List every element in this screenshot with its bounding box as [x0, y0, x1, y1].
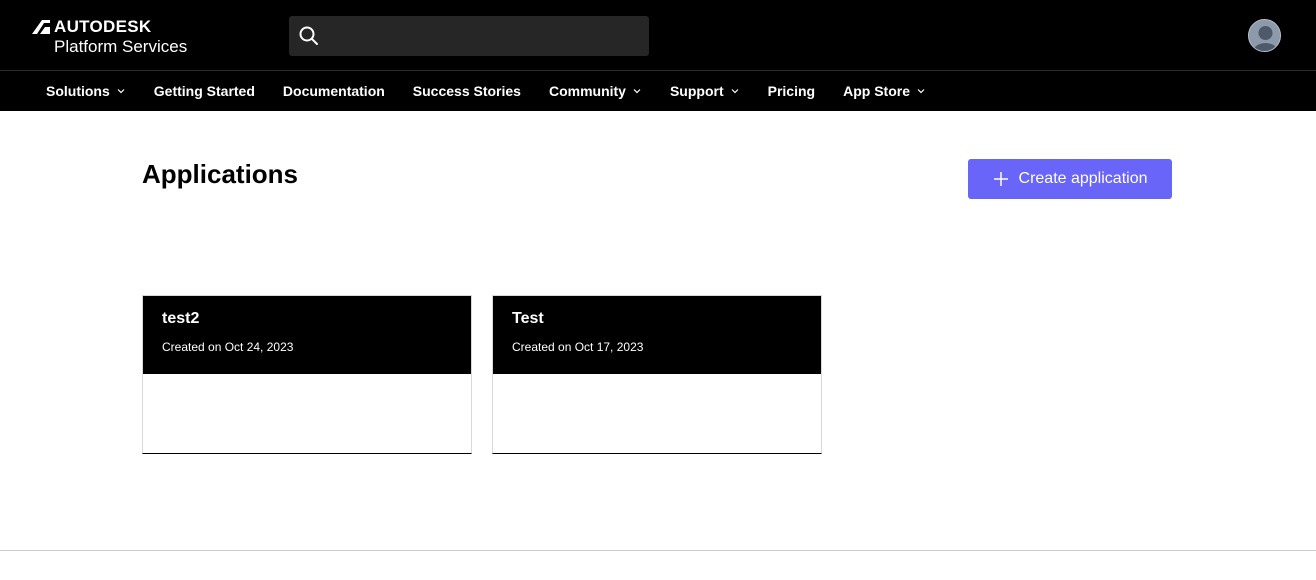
chevron-down-icon — [117, 89, 125, 94]
product-name: Platform Services — [54, 37, 188, 56]
plus-icon — [993, 172, 1008, 186]
application-name[interactable]: test2 — [162, 309, 452, 329]
nav-item-getting-started[interactable]: Getting Started — [154, 71, 255, 111]
search-icon[interactable] — [289, 16, 329, 56]
chevron-down-icon — [633, 89, 641, 94]
card-header: Test Created on Oct 17, 2023 — [493, 296, 821, 374]
nav-item-solutions[interactable]: Solutions — [46, 71, 126, 111]
footer-divider — [0, 550, 1316, 551]
application-created-date: Created on Oct 17, 2023 — [512, 340, 644, 354]
application-card-test[interactable]: Test Created on Oct 17, 2023 — [492, 295, 822, 454]
nav-item-label: Documentation — [282, 83, 385, 99]
main-nav: Solutions Getting Started Documentation … — [0, 71, 1316, 111]
nav-item-success-stories[interactable]: Success Stories — [413, 71, 521, 111]
chevron-down-icon — [731, 89, 739, 94]
application-created-date: Created on Oct 24, 2023 — [162, 340, 294, 354]
create-application-button[interactable]: Create application — [968, 159, 1172, 199]
user-avatar-icon — [1249, 20, 1280, 51]
application-card-test2[interactable]: test2 Created on Oct 24, 2023 — [142, 295, 472, 454]
create-application-label: Create application — [1018, 170, 1148, 187]
page-title: Applications — [142, 159, 299, 189]
nav-item-pricing[interactable]: Pricing — [768, 71, 815, 111]
search-bar — [289, 16, 649, 56]
avatar[interactable] — [1248, 19, 1281, 52]
nav-item-label: App Store — [843, 83, 910, 99]
search-input[interactable] — [329, 16, 649, 56]
nav-item-label: Getting Started — [153, 83, 255, 99]
autodesk-logo-icon — [32, 20, 50, 34]
brand-name: AUTODESK — [54, 17, 152, 36]
nav-item-label: Community — [548, 83, 626, 99]
nav-item-community[interactable]: Community — [549, 71, 642, 111]
top-header: AUTODESK Platform Services — [0, 0, 1316, 71]
card-header: test2 Created on Oct 24, 2023 — [143, 296, 471, 374]
nav-item-app-store[interactable]: App Store — [843, 71, 926, 111]
nav-item-support[interactable]: Support — [670, 71, 740, 111]
nav-item-label: Solutions — [46, 83, 110, 99]
nav-item-label: Support — [669, 83, 724, 99]
application-name[interactable]: Test — [512, 309, 802, 329]
nav-item-label: Success Stories — [412, 83, 521, 99]
nav-item-label: Pricing — [767, 83, 816, 99]
nav-item-documentation[interactable]: Documentation — [283, 71, 385, 111]
chevron-down-icon — [917, 89, 925, 94]
autodesk-logo[interactable]: AUTODESK Platform Services — [32, 18, 187, 57]
